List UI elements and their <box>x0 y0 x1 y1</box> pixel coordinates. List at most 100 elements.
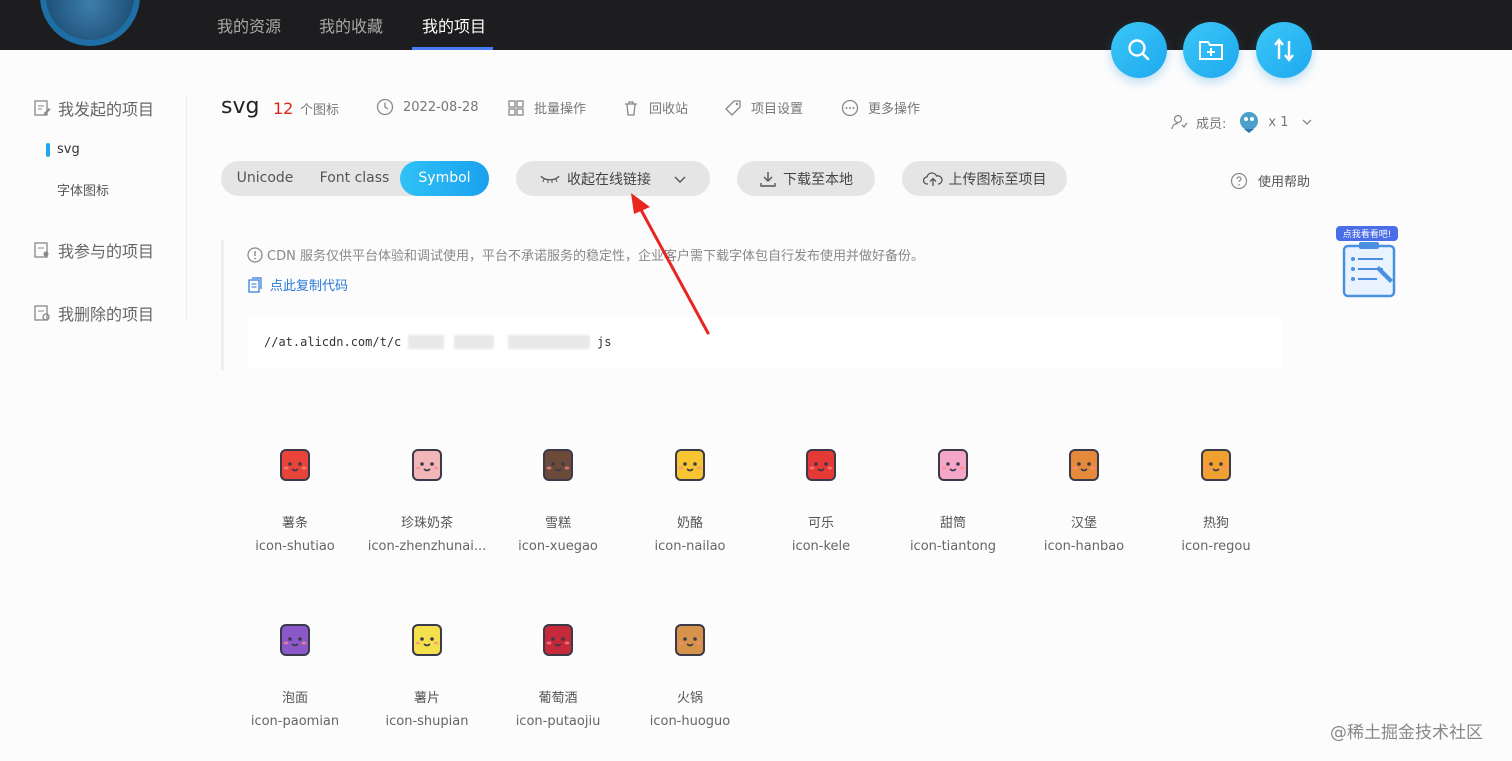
download-label: 下载至本地 <box>783 171 853 188</box>
sidebar-item-font-icons[interactable]: 字体图标 <box>57 180 109 199</box>
icon-card[interactable]: 甜筒 icon-tiantong <box>887 440 1019 554</box>
tab-unicode[interactable]: Unicode <box>221 161 309 196</box>
collapse-online-link-label: 收起在线链接 <box>567 171 651 188</box>
icon-name: 薯片 <box>413 691 440 706</box>
icon-nailao-icon <box>675 449 705 481</box>
icon-name: 雪糕 <box>544 516 571 531</box>
icon-name: 奶酪 <box>676 516 703 531</box>
project-settings-button[interactable]: 项目设置 <box>724 98 803 117</box>
cdn-notice: CDN 服务仅供平台体验和调试使用，平台不承诺服务的稳定性，企业客户需下载字体包… <box>247 245 924 264</box>
trash-doc-icon <box>34 305 50 321</box>
more-actions-label: 更多操作 <box>868 102 921 117</box>
icon-putaojiu-icon <box>543 624 573 656</box>
help-label: 使用帮助 <box>1258 175 1311 190</box>
icon-tiantong-icon <box>938 449 968 481</box>
sidebar-participated-label: 我参与的项目 <box>58 242 155 261</box>
icon-name: 可乐 <box>807 516 834 531</box>
icon-code: icon-regou <box>1181 539 1251 554</box>
nav-active-indicator <box>412 47 493 50</box>
sidebar-deleted-projects[interactable]: 我删除的项目 <box>33 301 154 325</box>
icon-code: icon-huoguo <box>649 714 731 729</box>
more-icon <box>841 99 859 116</box>
icon-card[interactable]: 葡萄酒 icon-putaojiu <box>492 615 624 729</box>
icon-kele-icon <box>806 449 836 481</box>
icon-card[interactable]: 薯片 icon-shupian <box>361 615 493 729</box>
redacted-segment <box>408 335 444 349</box>
batch-operation-label: 批量操作 <box>534 102 587 117</box>
nav-my-resources[interactable]: 我的资源 <box>217 13 281 37</box>
chevron-down-icon <box>674 176 686 183</box>
sort-button[interactable] <box>1256 22 1312 78</box>
sidebar-item-svg[interactable]: svg <box>57 142 80 157</box>
icon-card[interactable]: 薯条 icon-shutiao <box>229 440 361 554</box>
icon-card[interactable]: 热狗 icon-regou <box>1150 440 1282 554</box>
sidebar-initiated-projects[interactable]: 我发起的项目 <box>33 96 154 120</box>
cloud-upload-icon <box>922 171 943 186</box>
watermark: @稀土掘金技术社区 <box>1330 723 1483 743</box>
recycle-bin-label: 回收站 <box>649 102 689 117</box>
user-avatar[interactable] <box>40 0 140 46</box>
icon-card[interactable]: 奶酪 icon-nailao <box>624 440 756 554</box>
code-type-switch: Unicode Font class Symbol <box>221 161 489 196</box>
upload-button[interactable]: 上传图标至项目 <box>902 161 1067 196</box>
icon-hanbao-icon <box>1069 449 1099 481</box>
member-avatar <box>1240 112 1259 133</box>
sort-icon <box>1274 38 1294 62</box>
icon-card[interactable]: 火锅 icon-huoguo <box>624 615 756 729</box>
grid-icon <box>508 99 524 116</box>
icon-count-label: 个图标 <box>300 103 340 118</box>
icon-card[interactable]: 可乐 icon-kele <box>755 440 887 554</box>
icon-name: 热狗 <box>1202 516 1229 531</box>
tab-symbol[interactable]: Symbol <box>400 161 489 196</box>
project-title: svg <box>221 94 260 119</box>
tab-font-class[interactable]: Font class <box>309 161 400 196</box>
collapse-online-link-button[interactable]: 收起在线链接 <box>516 161 710 196</box>
icon-code: icon-xuegao <box>518 539 598 554</box>
help-link[interactable]: 使用帮助 <box>1230 171 1310 190</box>
icon-code: icon-zhenzhunai... <box>367 539 487 554</box>
icon-name: 汉堡 <box>1070 516 1097 531</box>
download-button[interactable]: 下载至本地 <box>737 161 875 196</box>
members-dropdown[interactable]: 成员: x 1 <box>1170 109 1313 135</box>
members-label: 成员: <box>1196 116 1227 132</box>
icon-card[interactable]: 汉堡 icon-hanbao <box>1018 440 1150 554</box>
sidebar-active-indicator <box>46 143 50 157</box>
icon-paomian-icon <box>280 624 310 656</box>
search-button[interactable] <box>1111 22 1167 78</box>
icon-card[interactable]: 雪糕 icon-xuegao <box>492 440 624 554</box>
icon-code: icon-putaojiu <box>515 714 601 729</box>
icon-code: icon-kele <box>791 539 851 554</box>
recycle-bin-button[interactable]: 回收站 <box>622 98 688 117</box>
icon-huoguo-icon <box>675 624 705 656</box>
nav-my-projects[interactable]: 我的项目 <box>422 13 486 37</box>
sidebar-initiated-label: 我发起的项目 <box>58 100 155 119</box>
icon-code: icon-nailao <box>654 539 726 554</box>
more-actions-button[interactable]: 更多操作 <box>841 98 920 117</box>
icon-name: 葡萄酒 <box>538 691 578 706</box>
chevron-down-icon <box>1302 119 1311 125</box>
cdn-url-prefix: //at.alicdn.com/t/c <box>264 335 402 349</box>
code-block[interactable] <box>248 318 1282 368</box>
copy-code-link[interactable]: 点此复制代码 <box>247 275 348 294</box>
trash-icon <box>625 100 637 116</box>
icon-name: 甜筒 <box>939 516 966 531</box>
new-project-button[interactable] <box>1183 22 1239 78</box>
cdn-notice-text: CDN 服务仅供平台体验和调试使用，平台不承诺服务的稳定性，企业客户需下载字体包… <box>267 249 924 264</box>
helper-card[interactable]: 点我看看吧! <box>1335 226 1399 300</box>
user-doc-icon <box>34 242 49 258</box>
icon-card[interactable]: 珍珠奶茶 icon-zhenzhunai... <box>361 440 493 554</box>
batch-operation-button[interactable]: 批量操作 <box>507 98 586 117</box>
download-icon <box>760 171 776 187</box>
new-folder-icon <box>1199 41 1223 60</box>
members-icon <box>1171 114 1188 130</box>
icon-code: icon-shutiao <box>255 539 335 554</box>
project-date-text: 2022-08-28 <box>403 99 479 115</box>
icon-zhenzhunai-icon <box>412 449 442 481</box>
sidebar-participated-projects[interactable]: 我参与的项目 <box>33 238 154 262</box>
nav-my-favorites[interactable]: 我的收藏 <box>319 13 383 37</box>
help-icon <box>1230 172 1248 189</box>
project-settings-label: 项目设置 <box>751 102 804 117</box>
cdn-url-suffix: js <box>597 335 612 349</box>
icon-name: 珍珠奶茶 <box>400 516 453 531</box>
icon-card[interactable]: 泡面 icon-paomian <box>229 615 361 729</box>
